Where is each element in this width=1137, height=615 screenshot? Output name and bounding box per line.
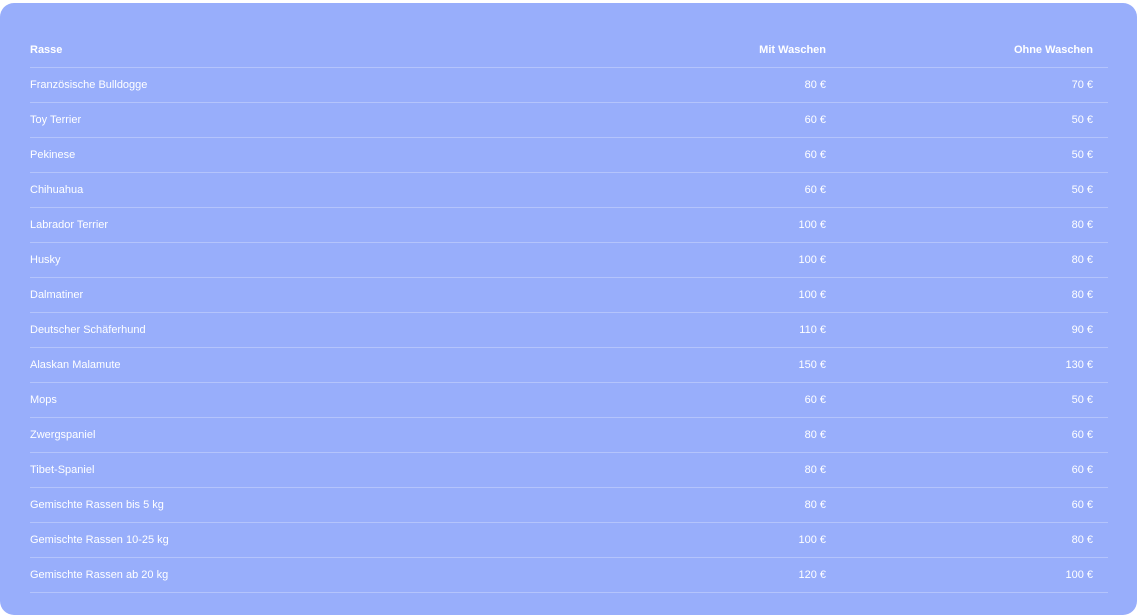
cell-without-wash: 80 € <box>826 207 1108 243</box>
cell-with-wash: 60 € <box>590 102 826 138</box>
cell-breed: Gemischte Rassen ab 20 kg <box>30 557 590 593</box>
table-row: Mops 60 €50 € <box>30 382 1108 418</box>
cell-without-wash: 50 € <box>826 172 1108 208</box>
cell-breed: Französische Bulldogge <box>30 67 590 103</box>
table-row: Zwergspaniel 80 €60 € <box>30 417 1108 453</box>
table-row: Toy Terrier 60 €50 € <box>30 102 1108 138</box>
cell-without-wash: 100 € <box>826 557 1108 593</box>
cell-breed: Tibet-Spaniel <box>30 452 590 488</box>
cell-with-wash: 80 € <box>590 67 826 103</box>
cell-without-wash: 80 € <box>826 277 1108 313</box>
cell-with-wash: 60 € <box>590 382 826 418</box>
cell-with-wash: 80 € <box>590 452 826 488</box>
cell-breed: Zwergspaniel <box>30 417 590 453</box>
cell-breed: Chihuahua <box>30 172 590 208</box>
cell-with-wash: 100 € <box>590 522 826 558</box>
cell-breed: Toy Terrier <box>30 102 590 138</box>
cell-with-wash: 60 € <box>590 172 826 208</box>
cell-breed: Labrador Terrier <box>30 207 590 243</box>
cell-without-wash: 60 € <box>826 417 1108 453</box>
cell-with-wash: 80 € <box>590 487 826 523</box>
table-row: Tibet-Spaniel 80 €60 € <box>30 452 1108 488</box>
cell-with-wash: 100 € <box>590 207 826 243</box>
price-card: Rasse Mit Waschen Ohne Waschen Französis… <box>0 3 1137 615</box>
cell-with-wash: 120 € <box>590 557 826 593</box>
table-row: Gemischte Rassen ab 20 kg 120 €100 € <box>30 557 1108 593</box>
table-row: Gemischte Rassen 10-25 kg 100 €80 € <box>30 522 1108 558</box>
table-row: Französische Bulldogge 80 €70 € <box>30 67 1108 103</box>
cell-breed: Gemischte Rassen 10-25 kg <box>30 522 590 558</box>
table-row: Labrador Terrier 100 €80 € <box>30 207 1108 243</box>
cell-breed: Alaskan Malamute <box>30 347 590 383</box>
cell-with-wash: 80 € <box>590 417 826 453</box>
cell-with-wash: 100 € <box>590 242 826 278</box>
cell-without-wash: 80 € <box>826 522 1108 558</box>
cell-breed: Mops <box>30 382 590 418</box>
cell-without-wash: 90 € <box>826 312 1108 348</box>
cell-with-wash: 60 € <box>590 137 826 173</box>
cell-without-wash: 50 € <box>826 382 1108 418</box>
table-row: Alaskan Malamute 150 €130 € <box>30 347 1108 383</box>
cell-without-wash: 50 € <box>826 102 1108 138</box>
cell-with-wash: 100 € <box>590 277 826 313</box>
cell-without-wash: 60 € <box>826 487 1108 523</box>
table-row: Pekinese 60 €50 € <box>30 137 1108 173</box>
header-without-wash: Ohne Waschen <box>826 33 1108 68</box>
header-breed: Rasse <box>30 33 590 68</box>
table-row: Dalmatiner 100 €80 € <box>30 277 1108 313</box>
table-row: Husky 100 €80 € <box>30 242 1108 278</box>
cell-without-wash: 50 € <box>826 137 1108 173</box>
cell-breed: Dalmatiner <box>30 277 590 313</box>
header-with-wash: Mit Waschen <box>590 33 826 68</box>
cell-without-wash: 70 € <box>826 67 1108 103</box>
cell-breed: Pekinese <box>30 137 590 173</box>
cell-with-wash: 150 € <box>590 347 826 383</box>
cell-with-wash: 110 € <box>590 312 826 348</box>
table-row: Chihuahua 60 €50 € <box>30 172 1108 208</box>
cell-without-wash: 80 € <box>826 242 1108 278</box>
table-row: Gemischte Rassen bis 5 kg 80 €60 € <box>30 487 1108 523</box>
cell-without-wash: 60 € <box>826 452 1108 488</box>
cell-without-wash: 130 € <box>826 347 1108 383</box>
table-body: Französische Bulldogge 80 €70 € Toy Terrie… <box>30 67 1108 593</box>
cell-breed: Gemischte Rassen bis 5 kg <box>30 487 590 523</box>
cell-breed: Husky <box>30 242 590 278</box>
table-row: Deutscher Schäferhund 110 €90 € <box>30 312 1108 348</box>
table-header-row: Rasse Mit Waschen Ohne Waschen <box>30 33 1108 68</box>
price-table: Rasse Mit Waschen Ohne Waschen Französis… <box>30 33 1108 593</box>
cell-breed: Deutscher Schäferhund <box>30 312 590 348</box>
